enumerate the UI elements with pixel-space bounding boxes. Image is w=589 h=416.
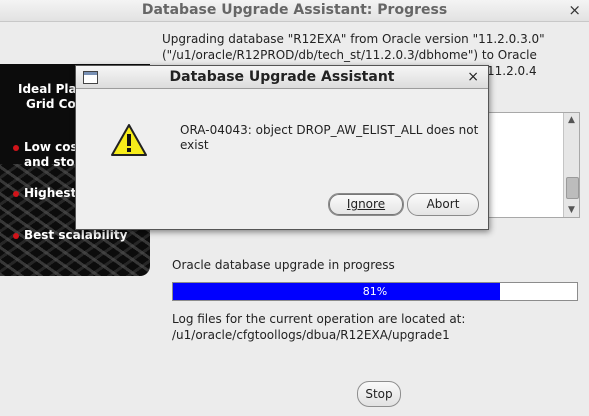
progress-bar: 81% [172, 282, 578, 301]
upgrade-info-line1: Upgrading database "R12EXA" from Oracle … [162, 32, 545, 46]
stop-button[interactable]: Stop [357, 381, 401, 407]
bullet-icon [13, 145, 19, 151]
scroll-thumb[interactable] [566, 177, 579, 199]
vertical-scrollbar[interactable]: ▲ ▼ [563, 113, 579, 217]
promo-heading-line1: Ideal Plat [18, 82, 83, 96]
bullet-icon [13, 233, 19, 239]
scroll-up-arrow-icon[interactable]: ▲ [564, 113, 579, 127]
dialog-title: Database Upgrade Assistant [169, 69, 395, 85]
main-window-title: Database Upgrade Assistant: Progress [141, 2, 448, 18]
promo-bullet-2: Highest [24, 186, 77, 200]
bullet-icon [13, 191, 19, 197]
warning-icon [111, 124, 147, 156]
scroll-down-arrow-icon[interactable]: ▼ [564, 203, 579, 217]
promo-heading-line2: Grid Cor [26, 97, 82, 111]
abort-button[interactable]: Abort [407, 193, 479, 216]
log-location-path: /u1/oracle/cfgtoollogs/dbua/R12EXA/upgra… [172, 328, 450, 342]
upgrade-info-line2: ("/u1/oracle/R12PROD/db/tech_st/11.2.0.3… [162, 48, 537, 62]
progress-percent: 81% [362, 285, 388, 298]
main-close-icon[interactable]: × [568, 1, 581, 19]
ignore-button[interactable]: Ignore [328, 193, 404, 216]
error-message-line1: ORA-04043: object DROP_AW_ELIST_ALL does… [180, 123, 479, 137]
dialog-close-icon[interactable]: × [467, 68, 479, 86]
promo-bullet-1-line2: and stor [24, 155, 81, 169]
ignore-button-label: Ignore [346, 197, 386, 211]
promo-bullet-3: Best scalability [24, 228, 128, 242]
error-message-line2: exist [180, 138, 209, 152]
error-dialog: Database Upgrade Assistant × ORA-04043: … [75, 65, 489, 230]
error-message: ORA-04043: object DROP_AW_ELIST_ALL does… [180, 123, 480, 153]
upgrade-info-line3: 11.2.0.4 [487, 64, 537, 78]
progress-label: Oracle database upgrade in progress [172, 258, 395, 272]
log-location-label: Log files for the current operation are … [172, 312, 466, 326]
